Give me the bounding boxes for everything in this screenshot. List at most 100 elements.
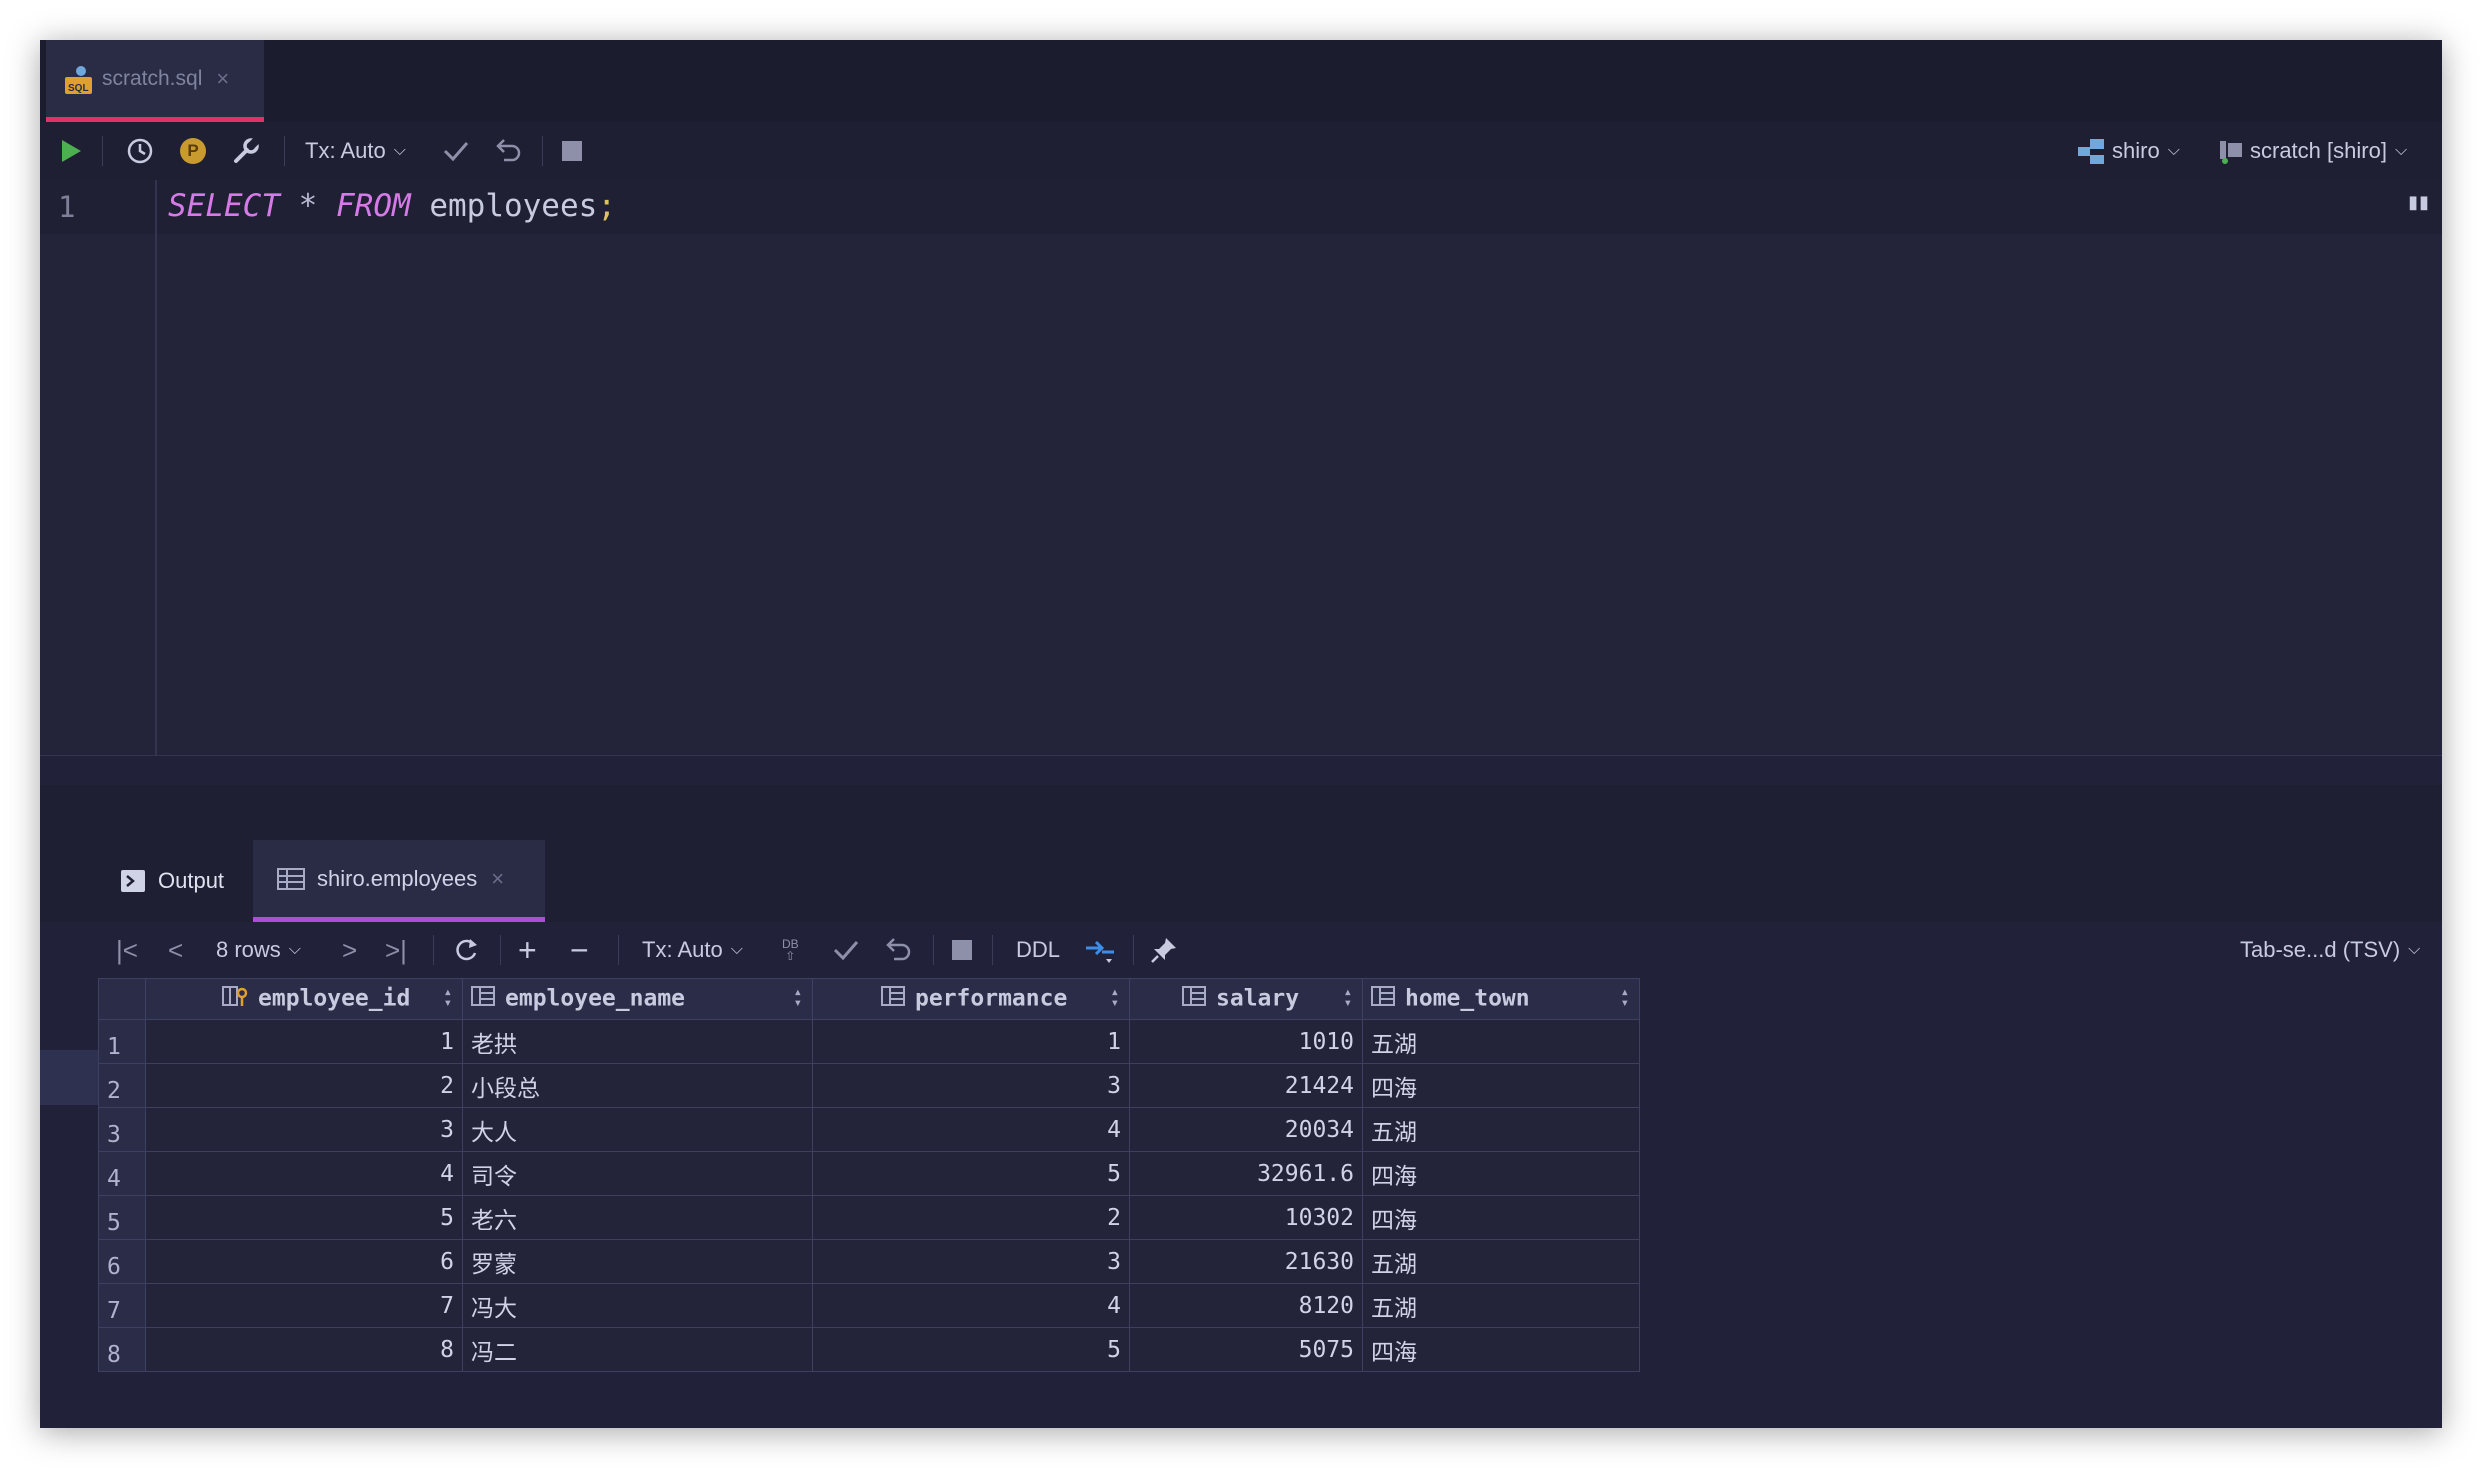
table-cell[interactable]: 3: [812, 1063, 1130, 1108]
rollback-undo-icon[interactable]: [494, 122, 522, 180]
close-icon[interactable]: ×: [216, 66, 229, 92]
pause-icon[interactable]: ▮▮: [2408, 192, 2430, 213]
table-cell[interactable]: 21630: [1129, 1239, 1363, 1284]
table-cell[interactable]: 8120: [1129, 1283, 1363, 1328]
sql-editor[interactable]: 1 SELECT * FROM employees; ▮▮: [40, 180, 2442, 755]
table-cell[interactable]: 5: [812, 1151, 1130, 1196]
table-cell[interactable]: 大人: [462, 1107, 813, 1152]
history-icon[interactable]: [126, 122, 154, 180]
compare-arrows-icon[interactable]: [1084, 922, 1118, 978]
sort-icon[interactable]: ▴ ▾: [1111, 985, 1119, 1010]
row-number[interactable]: 6: [98, 1239, 146, 1284]
table-cell[interactable]: 五湖: [1362, 1107, 1640, 1152]
prev-page-icon[interactable]: <: [168, 922, 183, 978]
column-header-employee-id[interactable]: employee_id ▴ ▾: [145, 978, 463, 1020]
table-row[interactable]: 7 7 冯大 4 8120 五湖: [98, 1283, 1640, 1328]
table-cell[interactable]: 5075: [1129, 1327, 1363, 1372]
rollback-undo-icon[interactable]: [884, 922, 912, 978]
table-cell[interactable]: 6: [145, 1239, 463, 1284]
next-page-icon[interactable]: >: [342, 922, 357, 978]
delete-row-icon[interactable]: −: [570, 922, 589, 978]
tx-mode-dropdown[interactable]: Tx: Auto ⌵: [642, 922, 743, 978]
table-cell[interactable]: 冯二: [462, 1327, 813, 1372]
table-cell[interactable]: 五湖: [1362, 1019, 1640, 1064]
column-header-salary[interactable]: salary ▴ ▾: [1129, 978, 1363, 1020]
refresh-icon[interactable]: [452, 922, 480, 978]
table-cell[interactable]: 7: [145, 1283, 463, 1328]
export-format-dropdown[interactable]: Tab-se...d (TSV) ⌵: [2240, 922, 2420, 978]
row-number[interactable]: 7: [98, 1283, 146, 1328]
row-number[interactable]: 8: [98, 1327, 146, 1372]
table-cell[interactable]: 1010: [1129, 1019, 1363, 1064]
table-row[interactable]: 1 1 老拱 1 1010 五湖: [98, 1019, 1640, 1064]
table-cell[interactable]: 冯大: [462, 1283, 813, 1328]
commit-check-icon[interactable]: [832, 922, 860, 978]
table-cell[interactable]: 小段总: [462, 1063, 813, 1108]
pin-icon[interactable]: [1150, 922, 1178, 978]
column-header-performance[interactable]: performance ▴ ▾: [812, 978, 1130, 1020]
last-page-icon[interactable]: >|: [385, 922, 407, 978]
schema-selector[interactable]: shiro ⌵: [2076, 122, 2180, 180]
column-header-home-town[interactable]: home_town ▴ ▾: [1362, 978, 1640, 1020]
ddl-button[interactable]: DDL: [1016, 922, 1060, 978]
row-number[interactable]: 4: [98, 1151, 146, 1196]
table-row[interactable]: 4 4 司令 5 32961.6 四海: [98, 1151, 1640, 1196]
tab-shiro-employees[interactable]: shiro.employees ×: [253, 840, 545, 922]
sort-icon[interactable]: ▴ ▾: [444, 985, 452, 1010]
table-cell[interactable]: 32961.6: [1129, 1151, 1363, 1196]
table-cell[interactable]: 罗蒙: [462, 1239, 813, 1284]
table-cell[interactable]: 五湖: [1362, 1283, 1640, 1328]
table-cell[interactable]: 老六: [462, 1195, 813, 1240]
table-cell[interactable]: 4: [145, 1151, 463, 1196]
table-cell[interactable]: 四海: [1362, 1195, 1640, 1240]
table-row[interactable]: 2 2 小段总 3 21424 四海: [98, 1063, 1640, 1108]
run-icon[interactable]: [60, 122, 82, 180]
table-cell[interactable]: 1: [145, 1019, 463, 1064]
row-number[interactable]: 5: [98, 1195, 146, 1240]
table-cell[interactable]: 1: [812, 1019, 1130, 1064]
table-cell[interactable]: 五湖: [1362, 1239, 1640, 1284]
table-cell[interactable]: 老拱: [462, 1019, 813, 1064]
table-cell[interactable]: 5: [145, 1195, 463, 1240]
table-row[interactable]: 6 6 罗蒙 3 21630 五湖: [98, 1239, 1640, 1284]
table-row[interactable]: 8 8 冯二 5 5075 四海: [98, 1327, 1640, 1372]
row-number[interactable]: 3: [98, 1107, 146, 1152]
table-cell[interactable]: 2: [812, 1195, 1130, 1240]
table-cell[interactable]: 3: [145, 1107, 463, 1152]
sort-icon[interactable]: ▴ ▾: [794, 985, 802, 1010]
table-cell[interactable]: 四海: [1362, 1151, 1640, 1196]
table-cell[interactable]: 10302: [1129, 1195, 1363, 1240]
table-cell[interactable]: 3: [812, 1239, 1130, 1284]
page-size-dropdown[interactable]: 8 rows ⌵: [216, 922, 301, 978]
first-page-icon[interactable]: |<: [116, 922, 138, 978]
sql-code-line[interactable]: SELECT * FROM employees;: [168, 188, 616, 224]
table-row[interactable]: 5 5 老六 2 10302 四海: [98, 1195, 1640, 1240]
table-cell[interactable]: 5: [812, 1327, 1130, 1372]
row-number[interactable]: 1: [98, 1019, 146, 1064]
settings-wrench-icon[interactable]: [232, 122, 260, 180]
table-row[interactable]: 3 3 大人 4 20034 五湖: [98, 1107, 1640, 1152]
tab-scratch-sql[interactable]: SQL scratch.sql ×: [46, 40, 264, 122]
submit-db-icon[interactable]: DB ⇧: [782, 922, 799, 978]
sort-icon[interactable]: ▴ ▾: [1344, 985, 1352, 1010]
table-cell[interactable]: 司令: [462, 1151, 813, 1196]
console-selector[interactable]: scratch [shiro] ⌵: [2214, 122, 2407, 180]
parameters-icon[interactable]: P: [180, 122, 206, 180]
commit-check-icon[interactable]: [442, 122, 470, 180]
table-cell[interactable]: 20034: [1129, 1107, 1363, 1152]
tx-mode-dropdown[interactable]: Tx: Auto ⌵: [305, 122, 406, 180]
pane-divider[interactable]: [40, 755, 2442, 786]
table-cell[interactable]: 2: [145, 1063, 463, 1108]
row-number[interactable]: 2: [98, 1063, 146, 1108]
table-cell[interactable]: 四海: [1362, 1327, 1640, 1372]
close-icon[interactable]: ×: [491, 866, 504, 892]
column-header-employee-name[interactable]: employee_name ▴ ▾: [462, 978, 813, 1020]
table-cell[interactable]: 8: [145, 1327, 463, 1372]
table-cell[interactable]: 四海: [1362, 1063, 1640, 1108]
add-row-icon[interactable]: +: [518, 922, 537, 978]
table-cell[interactable]: 21424: [1129, 1063, 1363, 1108]
sort-icon[interactable]: ▴ ▾: [1621, 985, 1629, 1010]
stop-icon[interactable]: [562, 122, 582, 180]
table-cell[interactable]: 4: [812, 1107, 1130, 1152]
stop-icon[interactable]: [952, 922, 972, 978]
